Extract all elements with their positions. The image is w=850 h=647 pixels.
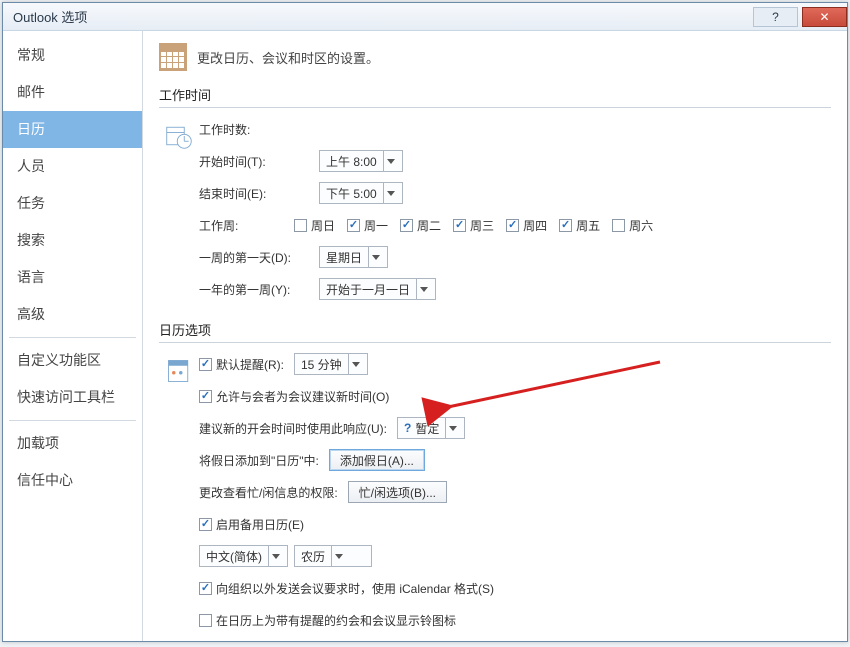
window-title: Outlook 选项 — [13, 7, 87, 26]
sidebar-item-2[interactable]: 日历 — [3, 111, 142, 148]
add-holidays-label: 将假日添加到"日历"中: — [199, 452, 319, 469]
alt-calendar-checkbox[interactable] — [199, 518, 212, 531]
sidebar-item-0[interactable]: 常规 — [3, 37, 142, 74]
add-holidays-button[interactable]: 添加假日(A)... — [329, 449, 425, 471]
first-day-label: 一周的第一天(D): — [199, 249, 319, 266]
day-checkbox-2[interactable] — [400, 219, 413, 232]
work-week-label: 工作周: — [199, 217, 294, 234]
sidebar-item-200[interactable]: 加载项 — [3, 425, 142, 462]
start-time-label: 开始时间(T): — [199, 153, 319, 170]
content-pane: 更改日历、会议和时区的设置。 工作时间 工作时数: 开始时间(T): 上午 8:… — [143, 31, 847, 641]
day-label-3: 周三 — [470, 217, 494, 234]
section-title-calendar-options: 日历选项 — [159, 320, 831, 343]
first-week-label: 一年的第一周(Y): — [199, 281, 319, 298]
day-checkbox-1[interactable] — [347, 219, 360, 232]
sidebar-item-101[interactable]: 快速访问工具栏 — [3, 379, 142, 416]
suggest-response-label: 建议新的开会时间时使用此响应(U): — [199, 420, 387, 437]
calendar-header-icon — [159, 43, 187, 71]
sidebar-separator — [9, 337, 136, 338]
work-hours-label: 工作时数: — [199, 121, 319, 138]
day-checkbox-6[interactable] — [612, 219, 625, 232]
day-label-4: 周四 — [523, 217, 547, 234]
day-label-1: 周一 — [364, 217, 388, 234]
end-time-select[interactable]: 下午 5:00 — [319, 182, 403, 204]
day-checkbox-5[interactable] — [559, 219, 572, 232]
titlebar: Outlook 选项 ? ✕ — [3, 3, 847, 31]
question-mark-icon: ? — [404, 421, 411, 435]
day-label-2: 周二 — [417, 217, 441, 234]
day-checkbox-3[interactable] — [453, 219, 466, 232]
allow-suggest-checkbox[interactable] — [199, 390, 212, 403]
page-header: 更改日历、会议和时区的设置。 — [159, 43, 831, 71]
sidebar-item-1[interactable]: 邮件 — [3, 74, 142, 111]
sidebar-separator — [9, 420, 136, 421]
day-label-6: 周六 — [629, 217, 653, 234]
day-label-5: 周五 — [576, 217, 600, 234]
default-reminder-checkbox[interactable] — [199, 358, 212, 371]
page-description: 更改日历、会议和时区的设置。 — [197, 48, 379, 67]
default-reminder-label: 默认提醒(R): — [216, 356, 284, 373]
show-bell-label: 在日历上为带有提醒的约会和会议显示铃图标 — [216, 612, 456, 629]
sidebar-item-201[interactable]: 信任中心 — [3, 462, 142, 499]
sidebar-item-4[interactable]: 任务 — [3, 185, 142, 222]
sidebar: 常规邮件日历人员任务搜索语言高级 自定义功能区快速访问工具栏 加载项信任中心 — [3, 31, 143, 641]
end-time-label: 结束时间(E): — [199, 185, 319, 202]
first-week-select[interactable]: 开始于一月一日 — [319, 278, 436, 300]
sidebar-item-6[interactable]: 语言 — [3, 259, 142, 296]
alt-type-select[interactable]: 农历 — [294, 545, 372, 567]
work-time-icon — [159, 118, 199, 310]
icalendar-checkbox[interactable] — [199, 582, 212, 595]
sidebar-item-5[interactable]: 搜索 — [3, 222, 142, 259]
allow-suggest-label: 允许与会者为会议建议新时间(O) — [216, 388, 389, 405]
icalendar-label: 向组织以外发送会议要求时，使用 iCalendar 格式(S) — [216, 580, 494, 597]
section-title-work-time: 工作时间 — [159, 85, 831, 108]
alt-lang-select[interactable]: 中文(简体) — [199, 545, 288, 567]
close-button[interactable]: ✕ — [802, 7, 847, 27]
help-button[interactable]: ? — [753, 7, 798, 27]
freebusy-button[interactable]: 忙/闲选项(B)... — [348, 481, 447, 503]
alt-calendar-label: 启用备用日历(E) — [216, 516, 304, 533]
day-checkbox-4[interactable] — [506, 219, 519, 232]
sidebar-item-7[interactable]: 高级 — [3, 296, 142, 333]
show-bell-checkbox[interactable] — [199, 614, 212, 627]
suggest-response-select[interactable]: ?暂定 — [397, 417, 465, 439]
default-reminder-select[interactable]: 15 分钟 — [294, 353, 368, 375]
day-checkbox-0[interactable] — [294, 219, 307, 232]
start-time-select[interactable]: 上午 8:00 — [319, 150, 403, 172]
first-day-select[interactable]: 星期日 — [319, 246, 388, 268]
sidebar-item-100[interactable]: 自定义功能区 — [3, 342, 142, 379]
calendar-options-icon — [159, 353, 199, 641]
day-label-0: 周日 — [311, 217, 335, 234]
freebusy-label: 更改查看忙/闲信息的权限: — [199, 484, 338, 501]
sidebar-item-3[interactable]: 人员 — [3, 148, 142, 185]
